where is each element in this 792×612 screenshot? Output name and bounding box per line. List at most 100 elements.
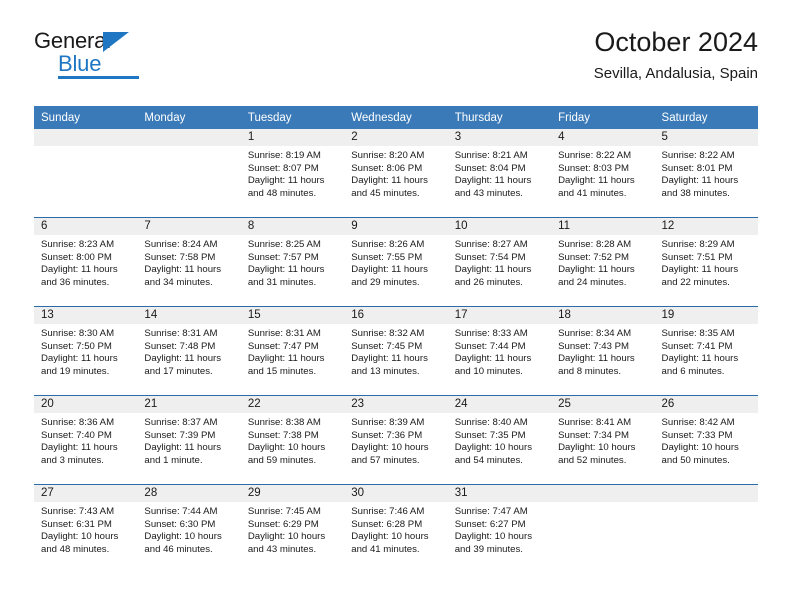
calendar-day-cell[interactable]: 27 Sunrise: 7:43 AM Sunset: 6:31 PM Dayligh… — [34, 484, 138, 573]
weekday-header-friday: Friday — [551, 106, 655, 129]
sunset-text: Sunset: 7:50 PM — [41, 340, 112, 352]
day-details: Sunrise: 8:25 AM Sunset: 7:57 PM Daylight:… — [241, 235, 344, 289]
day-number: 15 — [240, 307, 345, 324]
calendar-day-cell[interactable] — [34, 129, 138, 218]
calendar-day-cell[interactable]: 24 Sunrise: 8:40 AM Sunset: 7:35 PM Dayligh… — [447, 395, 552, 485]
day-number: 18 — [551, 307, 655, 324]
day-number: 5 — [654, 129, 758, 146]
day-details: Sunrise: 8:40 AM Sunset: 7:35 PM Daylight:… — [448, 413, 551, 467]
day-number: 8 — [240, 218, 345, 235]
day-details: Sunrise: 7:44 AM Sunset: 6:30 PM Daylight:… — [137, 502, 240, 556]
sunrise-text: Sunrise: 8:21 AM — [454, 150, 528, 161]
calendar-week-row: 20 Sunrise: 8:36 AM Sunset: 7:40 PM Dayligh… — [34, 395, 758, 485]
day-cell: 9 Sunrise: 8:26 AM Sunset: 7:55 PM Daylight… — [344, 218, 448, 306]
daylight-text-line2: and 17 minutes. — [144, 365, 213, 377]
calendar-day-cell[interactable]: 7 Sunrise: 8:24 AM Sunset: 7:58 PM Daylight… — [137, 217, 241, 307]
calendar-day-cell[interactable]: 9 Sunrise: 8:26 AM Sunset: 7:55 PM Daylight… — [344, 217, 448, 307]
calendar-day-cell[interactable]: 8 Sunrise: 8:25 AM Sunset: 7:57 PM Daylight… — [240, 217, 345, 307]
calendar-day-cell[interactable] — [137, 129, 241, 218]
sunset-text: Sunset: 6:31 PM — [41, 518, 112, 530]
sunset-text: Sunset: 7:58 PM — [144, 251, 216, 263]
day-details: Sunrise: 7:45 AM Sunset: 6:29 PM Daylight:… — [241, 502, 344, 556]
daylight-text-line1: Daylight: 10 hours — [454, 442, 533, 454]
calendar-body: 1 Sunrise: 8:19 AM Sunset: 8:07 PM Daylight… — [34, 129, 758, 573]
daylight-text-line1: Daylight: 11 hours — [247, 264, 325, 276]
day-number: 6 — [34, 218, 138, 235]
brand-logo[interactable]: General Blue — [34, 30, 234, 88]
sunrise-text: Sunrise: 8:29 AM — [661, 239, 735, 250]
calendar-day-cell[interactable]: 28 Sunrise: 7:44 AM Sunset: 6:30 PM Dayligh… — [137, 484, 241, 573]
calendar-day-cell[interactable]: 23 Sunrise: 8:39 AM Sunset: 7:36 PM Dayligh… — [344, 395, 448, 485]
daylight-text-line2: and 34 minutes. — [144, 276, 213, 288]
calendar-day-cell[interactable]: 2 Sunrise: 8:20 AM Sunset: 8:06 PM Daylight… — [344, 129, 448, 218]
daylight-text-line1: Daylight: 11 hours — [144, 353, 222, 365]
calendar-day-cell[interactable]: 15 Sunrise: 8:31 AM Sunset: 7:47 PM Dayligh… — [240, 306, 345, 396]
day-details: Sunrise: 8:22 AM Sunset: 8:03 PM Daylight:… — [551, 146, 654, 200]
daylight-text-line2: and 50 minutes. — [661, 454, 730, 466]
calendar-day-cell[interactable]: 4 Sunrise: 8:22 AM Sunset: 8:03 PM Daylight… — [551, 129, 655, 218]
day-cell-empty — [551, 485, 655, 573]
daylight-text-line1: Daylight: 11 hours — [41, 264, 118, 276]
calendar-day-cell[interactable] — [551, 484, 655, 573]
calendar-day-cell[interactable]: 11 Sunrise: 8:28 AM Sunset: 7:52 PM Dayligh… — [551, 217, 655, 307]
sunrise-text: Sunrise: 8:30 AM — [41, 328, 115, 339]
calendar-day-cell[interactable]: 31 Sunrise: 7:47 AM Sunset: 6:27 PM Dayligh… — [447, 484, 552, 573]
calendar-day-cell[interactable]: 21 Sunrise: 8:37 AM Sunset: 7:39 PM Dayligh… — [137, 395, 241, 485]
day-number: 9 — [344, 218, 448, 235]
day-number: 10 — [447, 218, 552, 235]
day-number: 30 — [344, 485, 448, 502]
day-number: 27 — [34, 485, 138, 502]
calendar-day-cell[interactable]: 13 Sunrise: 8:30 AM Sunset: 7:50 PM Dayligh… — [34, 306, 138, 396]
calendar-day-cell[interactable]: 6 Sunrise: 8:23 AM Sunset: 8:00 PM Daylight… — [34, 217, 138, 307]
calendar-day-cell[interactable]: 30 Sunrise: 7:46 AM Sunset: 6:28 PM Dayligh… — [344, 484, 448, 573]
calendar-day-cell[interactable]: 10 Sunrise: 8:27 AM Sunset: 7:54 PM Dayligh… — [447, 217, 552, 307]
title-block: October 2024 Sevilla, Andalusia, Spain — [594, 26, 758, 84]
calendar-day-cell[interactable]: 19 Sunrise: 8:35 AM Sunset: 7:41 PM Dayligh… — [654, 306, 758, 396]
daylight-text-line2: and 13 minutes. — [351, 365, 420, 377]
calendar-day-cell[interactable]: 14 Sunrise: 8:31 AM Sunset: 7:48 PM Dayligh… — [137, 306, 241, 396]
day-number — [34, 129, 138, 146]
calendar-day-cell[interactable]: 26 Sunrise: 8:42 AM Sunset: 7:33 PM Dayligh… — [654, 395, 758, 485]
calendar-day-cell[interactable] — [654, 484, 758, 573]
day-details: Sunrise: 8:22 AM Sunset: 8:01 PM Daylight:… — [655, 146, 758, 200]
sunrise-text: Sunrise: 8:38 AM — [247, 417, 321, 428]
sunrise-text: Sunrise: 7:46 AM — [351, 506, 425, 517]
sunrise-text: Sunrise: 8:25 AM — [247, 239, 321, 250]
day-details: Sunrise: 8:26 AM Sunset: 7:55 PM Daylight:… — [344, 235, 447, 289]
sunset-text: Sunset: 7:43 PM — [558, 340, 630, 352]
day-number: 26 — [654, 396, 758, 413]
calendar-day-cell[interactable]: 18 Sunrise: 8:34 AM Sunset: 7:43 PM Dayligh… — [551, 306, 655, 396]
day-cell: 11 Sunrise: 8:28 AM Sunset: 7:52 PM Dayligh… — [551, 218, 655, 306]
daylight-text-line1: Daylight: 11 hours — [41, 442, 118, 454]
calendar-day-cell[interactable]: 20 Sunrise: 8:36 AM Sunset: 7:40 PM Dayligh… — [34, 395, 138, 485]
day-details: Sunrise: 8:38 AM Sunset: 7:38 PM Daylight:… — [241, 413, 344, 467]
daylight-text-line2: and 39 minutes. — [454, 543, 523, 555]
weekday-header-wednesday: Wednesday — [344, 106, 448, 129]
calendar-day-cell[interactable]: 5 Sunrise: 8:22 AM Sunset: 8:01 PM Daylight… — [654, 129, 758, 218]
daylight-text-line2: and 57 minutes. — [351, 454, 420, 466]
daylight-text-line2: and 24 minutes. — [558, 276, 627, 288]
day-details: Sunrise: 8:32 AM Sunset: 7:45 PM Daylight:… — [344, 324, 447, 378]
day-details: Sunrise: 8:39 AM Sunset: 7:36 PM Daylight:… — [344, 413, 447, 467]
daylight-text-line1: Daylight: 11 hours — [247, 353, 325, 365]
calendar-day-cell[interactable]: 3 Sunrise: 8:21 AM Sunset: 8:04 PM Daylight… — [447, 129, 552, 218]
weekday-header-tuesday: Tuesday — [240, 106, 345, 129]
calendar-day-cell[interactable]: 25 Sunrise: 8:41 AM Sunset: 7:34 PM Dayligh… — [551, 395, 655, 485]
sunset-text: Sunset: 6:27 PM — [454, 518, 526, 530]
daylight-text-line2: and 29 minutes. — [351, 276, 420, 288]
calendar-week-row: 27 Sunrise: 7:43 AM Sunset: 6:31 PM Dayligh… — [34, 484, 758, 573]
calendar-day-cell[interactable]: 12 Sunrise: 8:29 AM Sunset: 7:51 PM Dayligh… — [654, 217, 758, 307]
daylight-text-line2: and 43 minutes. — [247, 543, 317, 555]
day-number: 22 — [240, 396, 345, 413]
calendar-day-cell[interactable]: 22 Sunrise: 8:38 AM Sunset: 7:38 PM Dayligh… — [240, 395, 345, 485]
calendar-day-cell[interactable]: 17 Sunrise: 8:33 AM Sunset: 7:44 PM Dayligh… — [447, 306, 552, 396]
day-cell: 8 Sunrise: 8:25 AM Sunset: 7:57 PM Daylight… — [240, 218, 345, 306]
sunrise-text: Sunrise: 8:32 AM — [351, 328, 425, 339]
day-cell: 2 Sunrise: 8:20 AM Sunset: 8:06 PM Daylight… — [344, 129, 448, 217]
sunset-text: Sunset: 7:33 PM — [661, 429, 733, 441]
day-details: Sunrise: 8:35 AM Sunset: 7:41 PM Daylight:… — [655, 324, 758, 378]
calendar-day-cell[interactable]: 1 Sunrise: 8:19 AM Sunset: 8:07 PM Daylight… — [240, 129, 345, 218]
calendar-day-cell[interactable]: 16 Sunrise: 8:32 AM Sunset: 7:45 PM Dayligh… — [344, 306, 448, 396]
calendar-day-cell[interactable]: 29 Sunrise: 7:45 AM Sunset: 6:29 PM Dayligh… — [240, 484, 345, 573]
sunrise-text: Sunrise: 8:31 AM — [247, 328, 321, 339]
